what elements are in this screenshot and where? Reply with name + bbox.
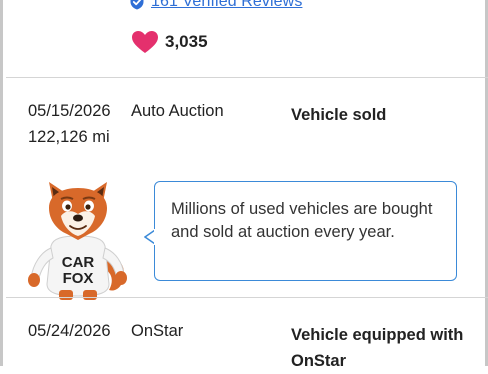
record-source: Auto Auction — [131, 102, 224, 120]
tip-text: Millions of used vehicles are bought and… — [171, 200, 433, 241]
verified-check-icon — [129, 0, 145, 10]
reviews-row: 161 Verified Reviews — [129, 0, 302, 11]
record-date: 05/24/2026 — [28, 322, 111, 340]
record-event: Vehicle sold — [291, 106, 387, 124]
vehicle-history-panel: 161 Verified Reviews 3,035 05/15/2026 Au… — [0, 0, 488, 370]
likes-count: 3,035 — [165, 32, 208, 51]
section-divider — [6, 77, 488, 78]
record-event: Vehicle equipped with OnStar — [291, 322, 481, 374]
carfox-tip-bubble: Millions of used vehicles are bought and… — [154, 181, 457, 281]
section-divider — [6, 297, 488, 298]
shirt-text-car: CAR — [62, 254, 95, 271]
record-source: OnStar — [131, 322, 184, 340]
record-date: 05/15/2026 — [28, 102, 111, 120]
carfox-mascot-image: CAR FOX — [23, 180, 133, 300]
tooltip-pointer-mask — [154, 229, 157, 245]
verified-reviews-link[interactable]: 161 Verified Reviews — [151, 0, 302, 11]
heart-icon[interactable] — [131, 30, 159, 54]
record-event-line2: OnStar — [291, 352, 347, 370]
record-mileage: 122,126 mi — [28, 128, 110, 146]
record-event-line1: Vehicle equipped with — [291, 326, 464, 344]
shirt-text-fox: FOX — [63, 270, 94, 287]
likes-row: 3,035 — [131, 30, 208, 54]
